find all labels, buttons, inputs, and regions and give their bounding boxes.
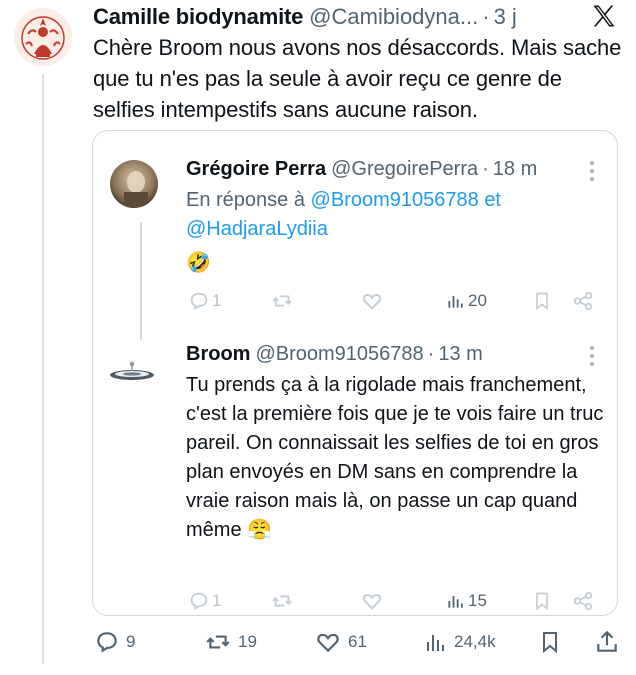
reply-count: 1 [212,291,222,310]
share-icon[interactable] [572,590,594,612]
reply-stat[interactable]: 1 [188,290,221,312]
gregoire-avatar[interactable] [110,160,158,208]
reply-icon [97,632,117,653]
like-stat[interactable] [360,290,384,312]
retweet-icon [272,295,292,307]
quote-author-handle[interactable]: @Broom91056788 [255,343,423,366]
retweet-stat[interactable] [270,590,294,612]
quote-text: Tu prends ça à la rigolade mais franchem… [186,371,606,545]
share-button[interactable] [594,628,620,656]
quote-author-handle[interactable]: @GregoirePerra [331,158,478,181]
like-stat[interactable] [360,590,384,612]
author-avatar[interactable] [14,8,72,66]
views-icon [448,596,463,608]
emoji-angry: 😤 [247,519,273,541]
views-stat[interactable]: 15 [446,590,487,612]
quote-time[interactable]: 13 m [438,343,482,366]
bookmark-icon[interactable] [532,290,552,312]
author-name[interactable]: Camille biodynamite [93,4,303,30]
thread-line [42,74,44,664]
bookmark-icon [543,632,557,654]
bookmark-button[interactable] [538,628,562,656]
retweet-icon [206,635,230,649]
mention-link[interactable]: @HadjaraLydiia [186,218,328,240]
retweet-icon [272,595,292,607]
more-icon[interactable] [587,160,597,187]
views-icon [427,635,444,651]
quote-first-header: Grégoire Perra @GregoirePerra · 18 m [186,155,537,183]
tweet-text: Chère Broom nous avons nos désaccords. M… [93,35,622,122]
x-logo-icon[interactable] [590,2,618,30]
views-stat[interactable]: 20 [446,290,487,312]
broom-avatar[interactable] [108,344,156,392]
retweet-stat[interactable] [270,290,294,312]
retweet-button[interactable]: 19 [204,628,257,656]
quote-author-name[interactable]: Broom [186,343,250,366]
separator-dot: · [427,342,435,365]
author-handle[interactable]: @Camibiodyna... [309,4,478,30]
views-count: 24,4k [454,632,496,651]
quote-body: Tu prends ça à la rigolade mais franchem… [186,374,604,541]
reply-icon [190,592,208,610]
quote-author-name[interactable]: Grégoire Perra [186,158,326,181]
reply-icon [190,292,208,310]
quote-time[interactable]: 18 m [493,158,537,181]
quote-second-header: Broom @Broom91056788 · 13 m [186,340,483,368]
reply-stat[interactable]: 1 [188,590,221,612]
like-icon [362,294,382,310]
reply-button[interactable]: 9 [94,628,135,656]
views-count: 20 [468,291,487,310]
reply-count: 9 [126,632,136,651]
reply-count: 1 [212,591,222,610]
share-icon[interactable] [572,290,594,312]
mention-link[interactable]: @Broom91056788 [311,189,479,211]
share-icon [597,630,617,652]
bookmark-icon[interactable] [532,590,552,612]
and-word: et [484,189,501,211]
tweet-time[interactable]: 3 j [494,4,517,30]
like-icon [317,633,339,653]
reply-context: En réponse à @Broom91056788 et @HadjaraL… [186,186,606,244]
like-button[interactable]: 61 [314,628,367,656]
emoji-rofl: 🤣 [186,252,211,274]
views-button[interactable]: 24,4k [424,628,496,656]
views-icon [448,296,463,308]
separator-dot: · [482,4,490,29]
more-icon[interactable] [587,345,597,372]
quote-thread-line [140,222,142,340]
like-count: 61 [348,632,367,651]
reply-prefix: En réponse à [186,189,305,211]
tweet-header: Camille biodynamite @Camibiodyna... · 3 … [93,2,517,32]
like-icon [362,594,382,610]
views-count: 15 [468,591,487,610]
separator-dot: · [482,157,489,180]
retweet-count: 19 [238,632,257,651]
